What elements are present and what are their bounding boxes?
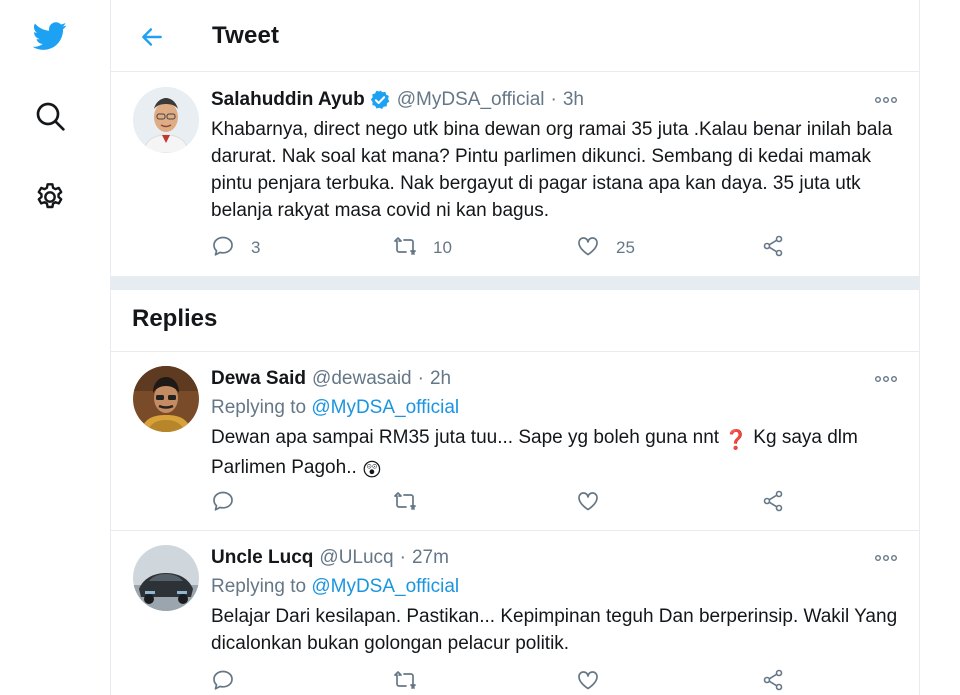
- heart-icon: [576, 489, 600, 518]
- like-count: 25: [616, 238, 635, 257]
- reply-body: Dewa Said @dewasaid · 2h Replying to @My…: [211, 367, 899, 484]
- divider: [111, 530, 919, 531]
- separator-dot: ·: [417, 368, 424, 389]
- author-handle[interactable]: @MyDSA_official: [397, 88, 545, 112]
- replying-to: Replying to @MyDSA_official: [211, 575, 899, 599]
- share-button[interactable]: [761, 233, 785, 263]
- replying-to-handle[interactable]: @MyDSA_official: [311, 397, 459, 418]
- like-button[interactable]: 25: [576, 233, 635, 263]
- settings-gear-icon[interactable]: [28, 175, 72, 219]
- share-button[interactable]: [761, 667, 785, 695]
- author-name[interactable]: Salahuddin Ayub: [211, 88, 365, 112]
- tweet-text: Belajar Dari kesilapan. Pastikan... Kepi…: [211, 606, 898, 654]
- heart-icon: [576, 668, 600, 695]
- reply-icon: [211, 489, 235, 518]
- replying-to-label: Replying to: [211, 576, 307, 597]
- retweet-icon: [393, 489, 417, 518]
- like-button[interactable]: [576, 488, 600, 518]
- retweet-button[interactable]: [393, 667, 417, 695]
- main-tweet-body: Salahuddin Ayub @MyDSA_official · 3h Kha…: [211, 88, 899, 224]
- tweet-actions: [211, 488, 791, 518]
- astonished-face-emoji: 😲: [362, 460, 382, 481]
- timestamp[interactable]: 27m: [412, 546, 449, 570]
- twitter-logo-icon[interactable]: [28, 14, 72, 58]
- page-title: Tweet: [212, 22, 280, 49]
- more-options-icon[interactable]: [873, 548, 899, 568]
- retweet-button[interactable]: [393, 488, 417, 518]
- share-icon: [761, 234, 785, 263]
- reply-count: 3: [251, 238, 261, 257]
- tweet-header: Uncle Lucq @ULucq · 27m: [211, 546, 899, 570]
- search-icon[interactable]: [28, 94, 72, 138]
- more-options-icon[interactable]: [873, 369, 899, 389]
- reply-button[interactable]: [211, 488, 235, 518]
- retweet-icon: [393, 668, 417, 695]
- divider: [111, 351, 919, 352]
- back-arrow-icon[interactable]: [135, 20, 169, 54]
- replies-heading: Replies: [132, 305, 218, 332]
- separator-dot: ·: [399, 547, 406, 568]
- replying-to-label: Replying to: [211, 397, 307, 418]
- share-icon: [761, 668, 785, 695]
- left-navigation: [0, 0, 110, 695]
- more-options-icon[interactable]: [873, 90, 899, 110]
- avatar[interactable]: [133, 87, 199, 153]
- author-handle[interactable]: @dewasaid: [312, 367, 412, 391]
- question-mark-emoji: ❓: [724, 430, 749, 451]
- tweet-actions: 3 10 25: [211, 233, 791, 263]
- retweet-button[interactable]: 10: [393, 233, 452, 263]
- author-name[interactable]: Dewa Said: [211, 367, 306, 391]
- timestamp[interactable]: 2h: [430, 367, 451, 391]
- reply-body: Uncle Lucq @ULucq · 27m Replying to @MyD…: [211, 546, 899, 657]
- tweet-column: Tweet Salahuddin Ayub @MyDSA_official · …: [110, 0, 920, 695]
- tweet-header: Dewa Said @dewasaid · 2h: [211, 367, 899, 391]
- separator-dot: ·: [550, 89, 557, 110]
- tweet-text: Dewan apa sampai RM35 juta tuu... Sape y…: [211, 424, 901, 484]
- heart-icon: [576, 234, 600, 263]
- replying-to: Replying to @MyDSA_official: [211, 396, 899, 420]
- reply-icon: [211, 668, 235, 695]
- timestamp[interactable]: 3h: [563, 88, 584, 112]
- reply-text-part: Dewan apa sampai RM35 juta tuu... Sape y…: [211, 427, 720, 448]
- divider: [111, 289, 919, 290]
- retweet-icon: [393, 234, 417, 263]
- share-button[interactable]: [761, 488, 785, 518]
- section-divider: [111, 276, 919, 289]
- reply-button[interactable]: [211, 667, 235, 695]
- retweet-count: 10: [433, 238, 452, 257]
- tweet-header: Salahuddin Ayub @MyDSA_official · 3h: [211, 88, 899, 112]
- replying-to-handle[interactable]: @MyDSA_official: [311, 576, 459, 597]
- avatar[interactable]: [133, 366, 199, 432]
- divider: [111, 276, 919, 277]
- avatar[interactable]: [133, 545, 199, 611]
- tweet-actions: [211, 667, 791, 695]
- reply-button[interactable]: 3: [211, 233, 260, 263]
- reply-icon: [211, 234, 235, 263]
- author-name[interactable]: Uncle Lucq: [211, 546, 313, 570]
- share-icon: [761, 489, 785, 518]
- top-bar: Tweet: [111, 0, 919, 72]
- verified-badge-icon: [369, 89, 391, 111]
- tweet-text: Khabarnya, direct nego utk bina dewan or…: [211, 119, 893, 221]
- author-handle[interactable]: @ULucq: [319, 546, 393, 570]
- like-button[interactable]: [576, 667, 600, 695]
